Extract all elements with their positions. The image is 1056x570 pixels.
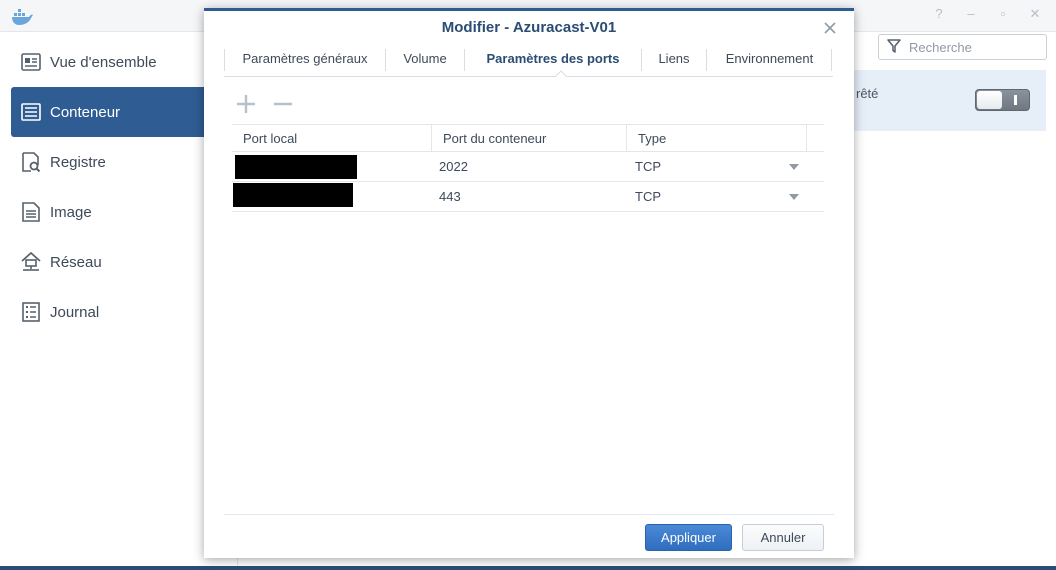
tab-volume[interactable]: Volume bbox=[386, 46, 464, 76]
redacted-local-port bbox=[235, 155, 357, 179]
close-icon[interactable] bbox=[820, 18, 840, 38]
container-row-selected[interactable]: rêté bbox=[838, 70, 1046, 131]
tab-bar: Paramètres généraux Volume Paramètres de… bbox=[224, 46, 833, 77]
container-port-cell[interactable]: 2022 bbox=[428, 152, 618, 181]
tab-environment[interactable]: Environnement bbox=[707, 46, 832, 76]
minus-icon[interactable] bbox=[272, 93, 294, 115]
column-header-local-port[interactable]: Port local bbox=[232, 125, 432, 152]
filter-icon bbox=[887, 39, 903, 55]
column-header-type[interactable]: Type bbox=[627, 125, 807, 152]
cancel-button[interactable]: Annuler bbox=[742, 524, 824, 551]
sidebar: Vue d'ensemble Conteneur Registre Image … bbox=[0, 32, 238, 570]
network-icon bbox=[20, 251, 42, 273]
help-icon[interactable]: ? bbox=[929, 6, 949, 21]
toggle-knob bbox=[977, 91, 1002, 109]
status-text: rêté bbox=[856, 86, 879, 101]
taskbar-strip bbox=[0, 566, 1056, 570]
port-table: Port local Port du conteneur Type 2022 T… bbox=[232, 124, 824, 212]
sidebar-item-label: Registre bbox=[50, 153, 106, 171]
type-cell[interactable]: TCP bbox=[624, 182, 774, 211]
chevron-down-icon[interactable] bbox=[789, 194, 799, 200]
tab-links[interactable]: Liens bbox=[642, 46, 706, 76]
docker-logo-icon bbox=[12, 9, 33, 25]
footer-divider bbox=[224, 514, 834, 515]
registry-icon bbox=[20, 151, 42, 173]
table-row[interactable]: 2022 TCP bbox=[232, 152, 824, 182]
redacted-local-port bbox=[233, 183, 353, 207]
table-header: Port local Port du conteneur Type bbox=[232, 124, 824, 152]
plus-icon[interactable] bbox=[235, 93, 257, 115]
toggle-indicator bbox=[1014, 95, 1017, 105]
tab-port-settings[interactable]: Paramètres des ports bbox=[465, 46, 641, 76]
dialog-title: Modifier - Azuracast-V01 bbox=[441, 19, 617, 36]
apply-button[interactable]: Appliquer bbox=[645, 524, 732, 551]
type-cell[interactable]: TCP bbox=[624, 152, 774, 181]
sidebar-item-label: Journal bbox=[50, 303, 100, 321]
column-header-container-port[interactable]: Port du conteneur bbox=[432, 125, 627, 152]
log-icon bbox=[20, 301, 42, 323]
sidebar-item-label: Vue d'ensemble bbox=[50, 53, 157, 71]
run-toggle[interactable] bbox=[975, 89, 1030, 111]
edit-container-dialog: Modifier - Azuracast-V01 Paramètres géné… bbox=[204, 8, 854, 558]
tab-general-settings[interactable]: Paramètres généraux bbox=[225, 46, 385, 76]
overview-icon bbox=[20, 51, 42, 73]
maximize-icon[interactable]: ▫ bbox=[993, 6, 1013, 21]
search-input[interactable] bbox=[909, 39, 1039, 55]
search-field[interactable] bbox=[878, 34, 1047, 60]
table-row[interactable]: 443 TCP bbox=[232, 182, 824, 212]
active-tab-caret-icon bbox=[555, 70, 567, 77]
container-port-cell[interactable]: 443 bbox=[428, 182, 618, 211]
close-icon[interactable]: ✕ bbox=[1025, 6, 1045, 22]
tab-separator bbox=[831, 49, 832, 71]
container-icon bbox=[20, 101, 42, 123]
sidebar-item-label: Conteneur bbox=[50, 103, 121, 121]
image-icon bbox=[20, 201, 42, 223]
sidebar-item-label: Réseau bbox=[50, 253, 102, 271]
chevron-down-icon[interactable] bbox=[789, 164, 799, 170]
sidebar-item-label: Image bbox=[50, 203, 92, 221]
minimize-icon[interactable]: – bbox=[961, 6, 981, 21]
